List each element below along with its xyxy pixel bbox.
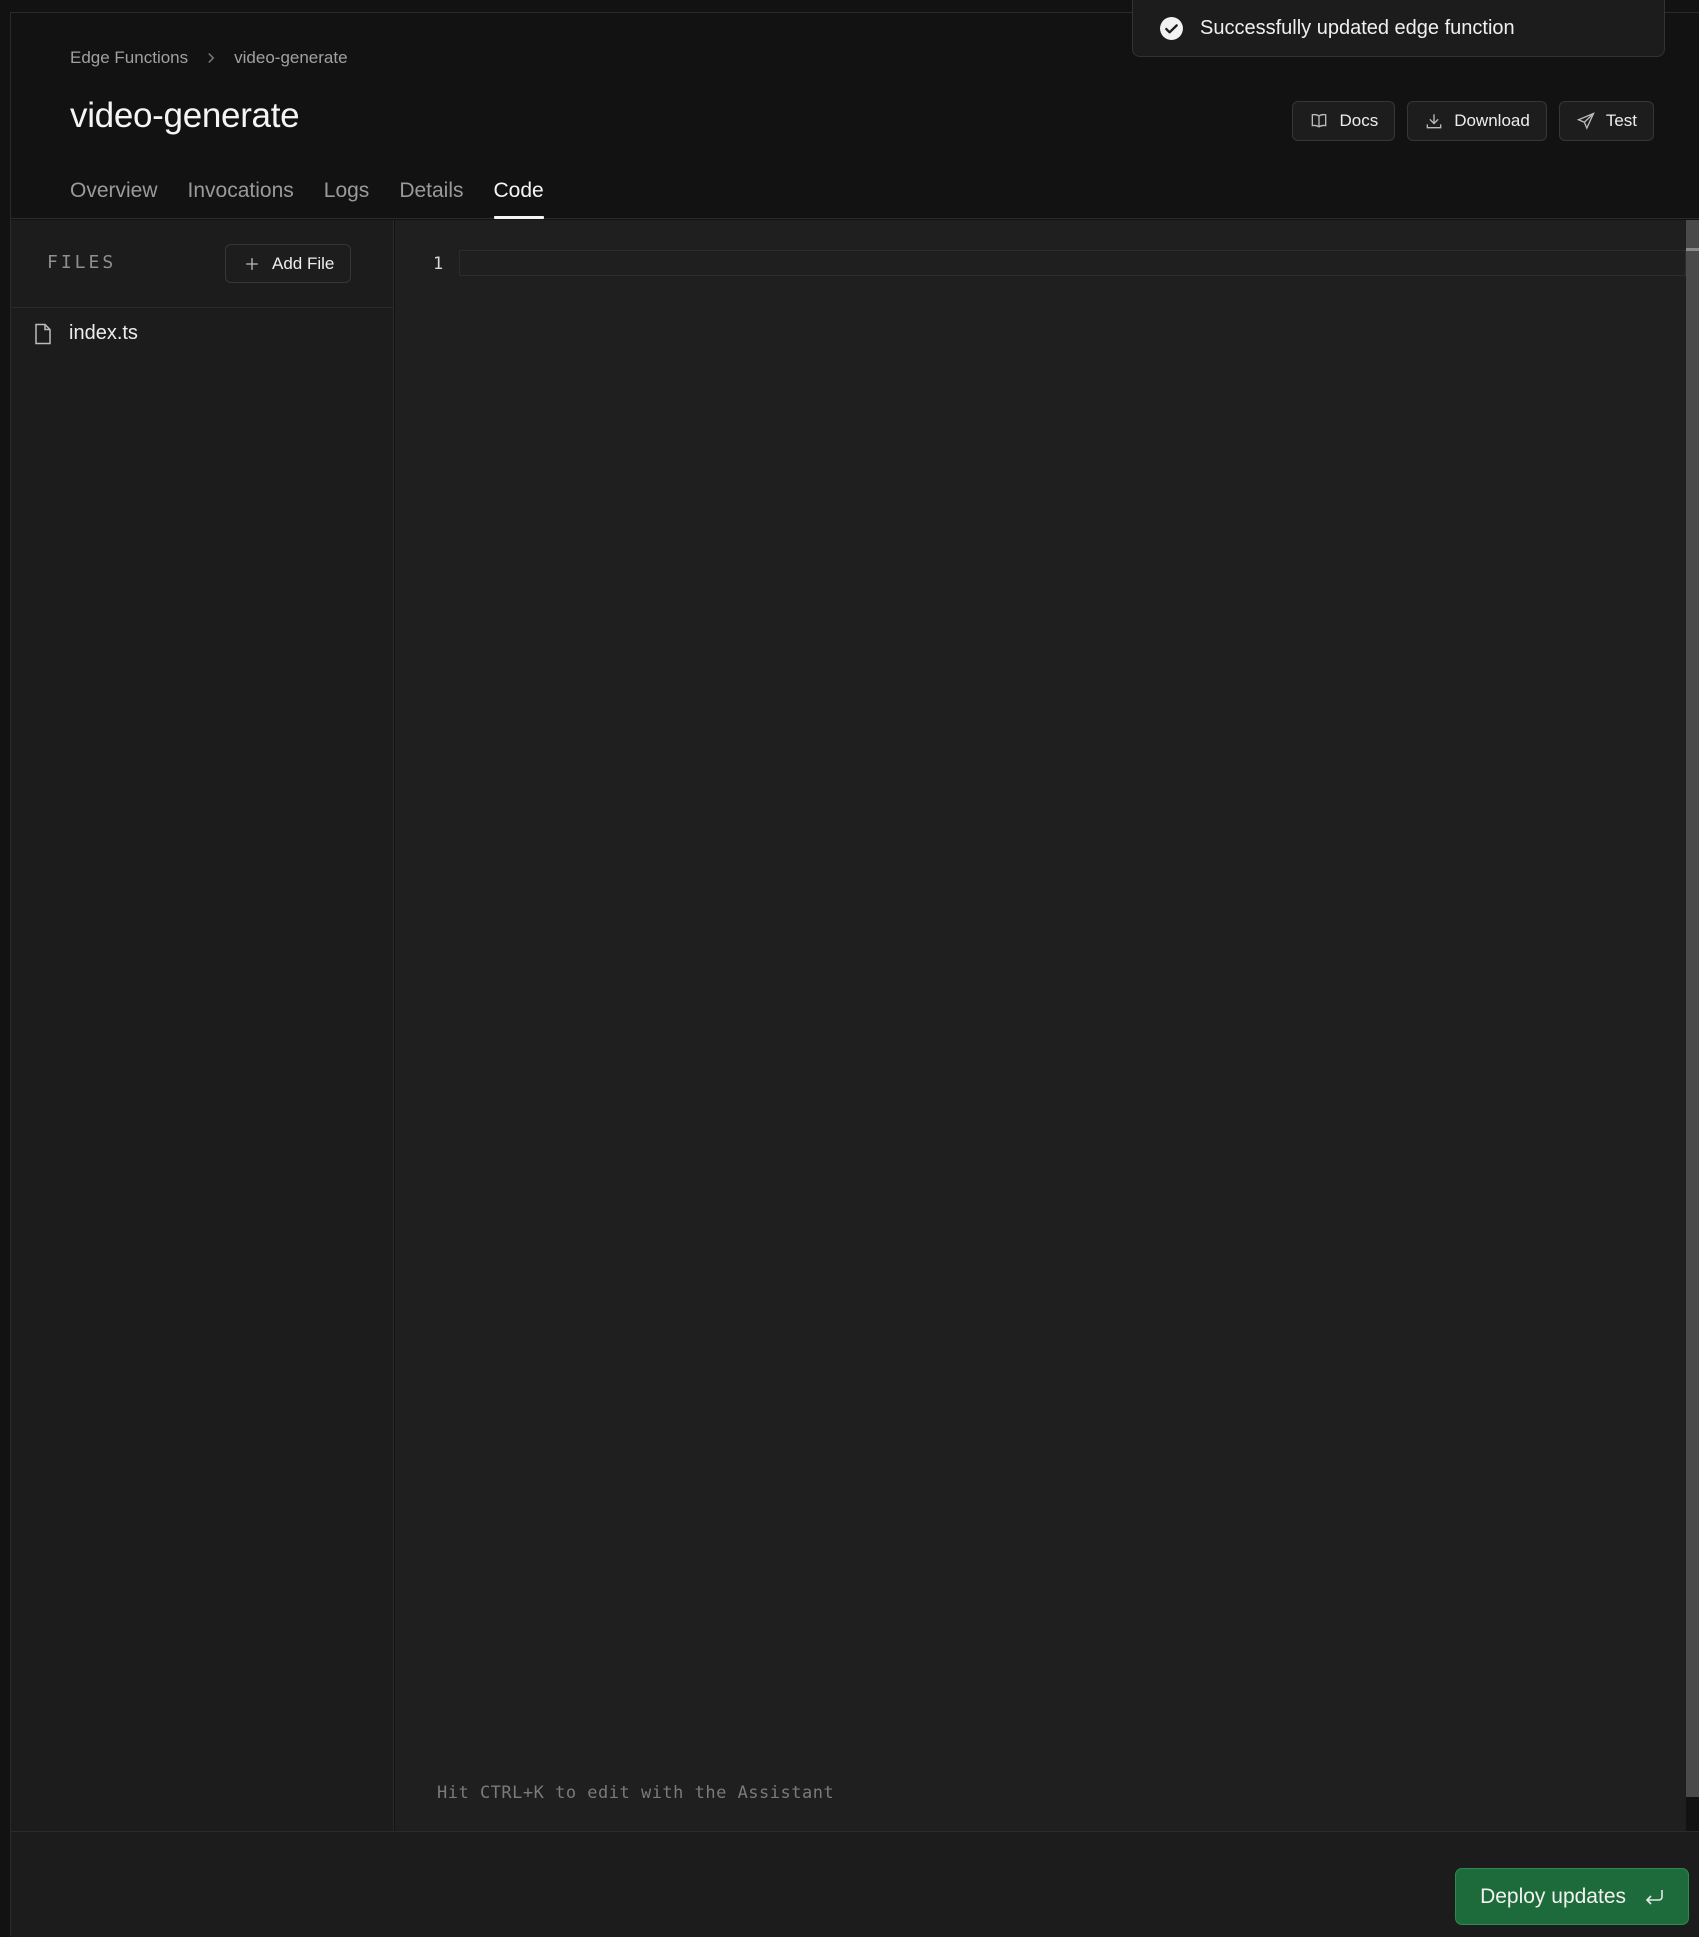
footer-bar: Deploy updates xyxy=(11,1831,1699,1937)
tab-bar: Overview Invocations Logs Details Code xyxy=(70,177,544,219)
docs-label: Docs xyxy=(1339,111,1379,130)
file-sidebar: FILES Add File index.ts xyxy=(11,220,394,1831)
app-window: Edge Functions video-generate video-gene… xyxy=(10,12,1699,1937)
line-number: 1 xyxy=(433,254,444,274)
download-icon xyxy=(1426,114,1442,129)
assistant-hint: Hit CTRL+K to edit with the Assistant xyxy=(437,1783,835,1803)
tab-code[interactable]: Code xyxy=(493,177,544,219)
breadcrumb: Edge Functions video-generate xyxy=(70,48,348,68)
test-label: Test xyxy=(1605,111,1637,130)
editor-scrollbar[interactable] xyxy=(1686,220,1699,1797)
success-toast: Successfully updated edge function xyxy=(1132,0,1665,57)
docs-button[interactable]: Docs xyxy=(1292,101,1396,141)
file-name: index.ts xyxy=(69,322,138,344)
deploy-updates-button[interactable]: Deploy updates xyxy=(1455,1868,1689,1925)
chevron-right-icon xyxy=(208,52,215,64)
check-circle-icon xyxy=(1160,16,1183,40)
tab-overview[interactable]: Overview xyxy=(70,177,158,219)
enter-key-icon xyxy=(1645,1889,1663,1905)
scrollbar-cursor-marker xyxy=(1686,248,1699,251)
book-icon xyxy=(1312,113,1327,128)
file-icon xyxy=(35,323,51,344)
tab-invocations[interactable]: Invocations xyxy=(188,177,294,219)
breadcrumb-current[interactable]: video-generate xyxy=(234,48,347,68)
deploy-label: Deploy updates xyxy=(1480,1884,1626,1908)
send-icon xyxy=(1576,112,1595,130)
toast-message: Successfully updated edge function xyxy=(1200,16,1515,39)
add-file-label: Add File xyxy=(272,253,335,273)
current-line-highlight xyxy=(459,250,1686,276)
page-title: video-generate xyxy=(70,96,300,135)
add-file-button[interactable]: Add File xyxy=(225,244,352,283)
file-item-index-ts[interactable]: index.ts xyxy=(33,322,138,345)
download-button[interactable]: Download xyxy=(1407,101,1547,141)
header-actions: Docs Download Test xyxy=(1292,101,1654,141)
tab-details[interactable]: Details xyxy=(399,177,463,219)
breadcrumb-edge-functions[interactable]: Edge Functions xyxy=(70,48,188,68)
download-label: Download xyxy=(1454,111,1530,130)
test-button[interactable]: Test xyxy=(1558,101,1654,141)
plus-icon xyxy=(246,257,258,270)
code-editor[interactable]: 1 Hit CTRL+K to edit with the Assistant xyxy=(395,220,1686,1831)
tab-logs[interactable]: Logs xyxy=(324,177,370,219)
sidebar-header: FILES Add File xyxy=(11,220,393,308)
files-label: FILES xyxy=(47,252,117,273)
